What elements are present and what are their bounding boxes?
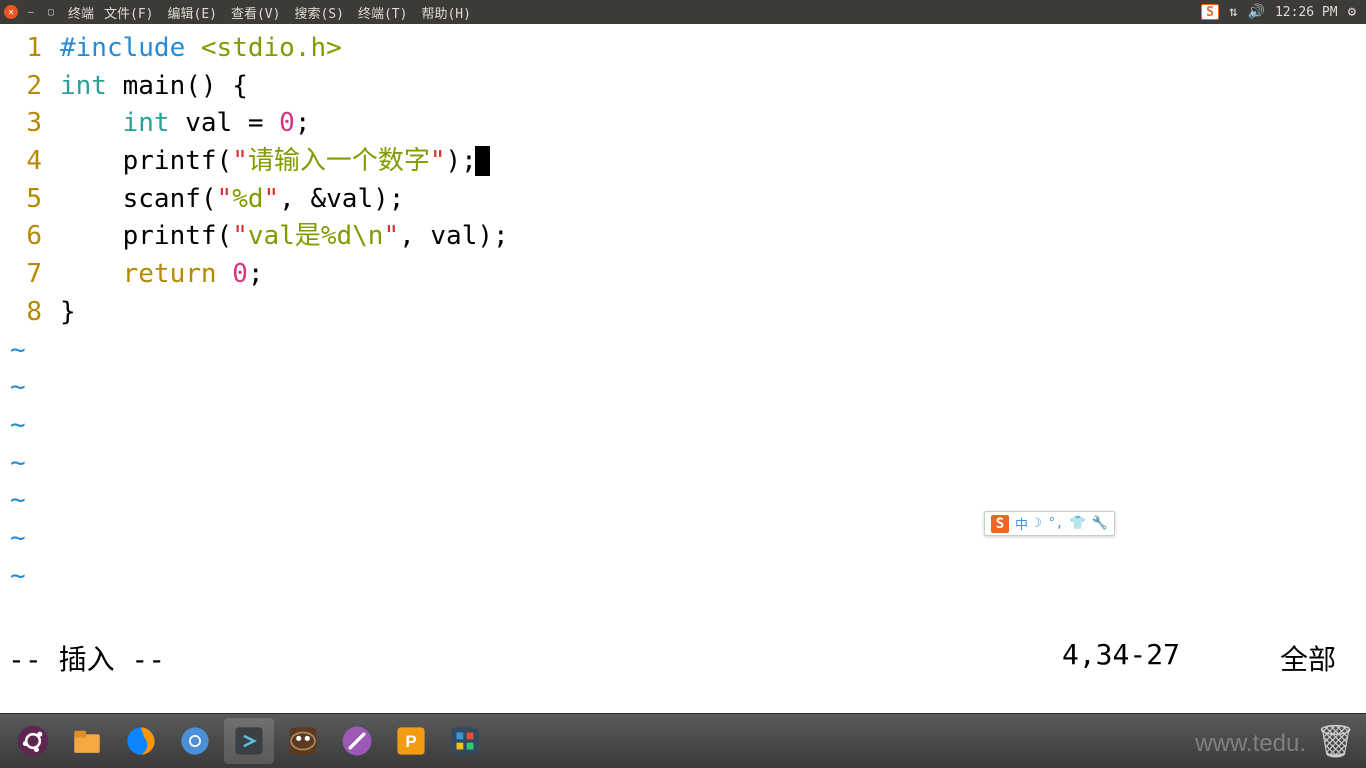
ime-punct-icon[interactable]: °, bbox=[1048, 516, 1064, 531]
empty-line-tilde: ~ bbox=[0, 407, 1366, 445]
vim-position: 4,34-27 bbox=[1062, 638, 1180, 678]
code-content[interactable]: return 0; bbox=[60, 256, 1366, 294]
line-number: 7 bbox=[0, 256, 60, 294]
clock[interactable]: 12:26 PM bbox=[1275, 5, 1338, 20]
line-number: 8 bbox=[0, 294, 60, 332]
ime-mode[interactable]: 中 bbox=[1015, 514, 1028, 533]
ime-moon-icon[interactable]: ☽ bbox=[1034, 516, 1042, 531]
code-line[interactable]: 4 printf("请输入一个数字"); bbox=[0, 143, 1366, 181]
window-controls: ✕ – ▢ bbox=[4, 5, 58, 19]
code-content[interactable]: #include <stdio.h> bbox=[60, 30, 1366, 68]
launcher-gimp-icon[interactable] bbox=[278, 718, 328, 764]
empty-line-tilde: ~ bbox=[0, 482, 1366, 520]
ime-wrench-icon[interactable]: 🔧 bbox=[1092, 516, 1108, 531]
code-line[interactable]: 6 printf("val是%d\n", val); bbox=[0, 218, 1366, 256]
close-button[interactable]: ✕ bbox=[4, 5, 18, 19]
launcher-apps-icon[interactable] bbox=[440, 718, 490, 764]
code-line[interactable]: 2int main() { bbox=[0, 68, 1366, 106]
ime-toolbar[interactable]: S 中 ☽ °, 👕 🔧 bbox=[984, 511, 1115, 536]
line-number: 3 bbox=[0, 105, 60, 143]
network-icon[interactable]: ⇅ bbox=[1229, 4, 1237, 20]
text-cursor bbox=[475, 146, 490, 176]
volume-icon[interactable]: 🔊 bbox=[1248, 4, 1265, 20]
menu-help[interactable]: 帮助(H) bbox=[421, 3, 470, 22]
line-number: 5 bbox=[0, 181, 60, 219]
empty-line-tilde: ~ bbox=[0, 445, 1366, 483]
line-number: 2 bbox=[0, 68, 60, 106]
code-content[interactable]: int val = 0; bbox=[60, 105, 1366, 143]
line-number: 1 bbox=[0, 30, 60, 68]
system-tray: S ⇅ 🔊 12:26 PM ⚙ bbox=[1201, 4, 1362, 20]
empty-line-tilde: ~ bbox=[0, 332, 1366, 370]
menu-terminal[interactable]: 终端(T) bbox=[358, 3, 407, 22]
menu-view[interactable]: 查看(V) bbox=[231, 3, 280, 22]
code-line[interactable]: 3 int val = 0; bbox=[0, 105, 1366, 143]
code-content[interactable]: scanf("%d", &val); bbox=[60, 181, 1366, 219]
settings-gear-icon[interactable]: ⚙ bbox=[1348, 4, 1356, 20]
code-content[interactable]: printf("val是%d\n", val); bbox=[60, 218, 1366, 256]
code-content[interactable]: } bbox=[60, 294, 1366, 332]
code-line[interactable]: 1#include <stdio.h> bbox=[0, 30, 1366, 68]
minimize-button[interactable]: – bbox=[24, 5, 38, 19]
menu-file[interactable]: 文件(F) bbox=[104, 3, 153, 22]
launcher-chromium-icon[interactable] bbox=[170, 718, 220, 764]
menubar: ✕ – ▢ 终端 文件(F) 编辑(E) 查看(V) 搜索(S) 终端(T) 帮… bbox=[0, 0, 1366, 24]
taskbar: P www.tedu. 🗑 bbox=[0, 713, 1366, 768]
vim-status-line: -- 插入 -- 4,34-27 全部 bbox=[8, 638, 1356, 678]
launcher-files-icon[interactable] bbox=[62, 718, 112, 764]
svg-text:P: P bbox=[405, 732, 416, 751]
ime-indicator-icon[interactable]: S bbox=[1201, 4, 1219, 20]
code-line[interactable]: 7 return 0; bbox=[0, 256, 1366, 294]
line-number: 4 bbox=[0, 143, 60, 181]
empty-line-tilde: ~ bbox=[0, 558, 1366, 596]
menu-edit[interactable]: 编辑(E) bbox=[168, 3, 217, 22]
launcher-sublime-icon[interactable] bbox=[224, 718, 274, 764]
code-content[interactable]: printf("请输入一个数字"); bbox=[60, 143, 1366, 181]
line-number: 6 bbox=[0, 218, 60, 256]
launcher-firefox-icon[interactable] bbox=[116, 718, 166, 764]
code-line[interactable]: 8} bbox=[0, 294, 1366, 332]
editor-area[interactable]: 1#include <stdio.h>2int main() {3 int va… bbox=[0, 24, 1366, 683]
maximize-button[interactable]: ▢ bbox=[44, 5, 58, 19]
vim-mode: -- 插入 -- bbox=[8, 638, 165, 678]
vim-scroll: 全部 bbox=[1280, 638, 1336, 678]
app-label: 终端 bbox=[68, 3, 94, 22]
code-line[interactable]: 5 scanf("%d", &val); bbox=[0, 181, 1366, 219]
trash-icon[interactable]: 🗑 bbox=[1315, 722, 1356, 760]
empty-line-tilde: ~ bbox=[0, 369, 1366, 407]
menu-items: 文件(F) 编辑(E) 查看(V) 搜索(S) 终端(T) 帮助(H) bbox=[104, 3, 471, 22]
ime-logo-icon: S bbox=[991, 515, 1009, 533]
empty-line-tilde: ~ bbox=[0, 520, 1366, 558]
ime-shirt-icon[interactable]: 👕 bbox=[1070, 516, 1086, 531]
menu-search[interactable]: 搜索(S) bbox=[294, 3, 343, 22]
launcher-ubuntu-icon[interactable] bbox=[8, 718, 58, 764]
watermark: www.tedu. bbox=[1195, 730, 1306, 758]
code-content[interactable]: int main() { bbox=[60, 68, 1366, 106]
launcher-pinta-icon[interactable] bbox=[332, 718, 382, 764]
launcher-wps-icon[interactable]: P bbox=[386, 718, 436, 764]
